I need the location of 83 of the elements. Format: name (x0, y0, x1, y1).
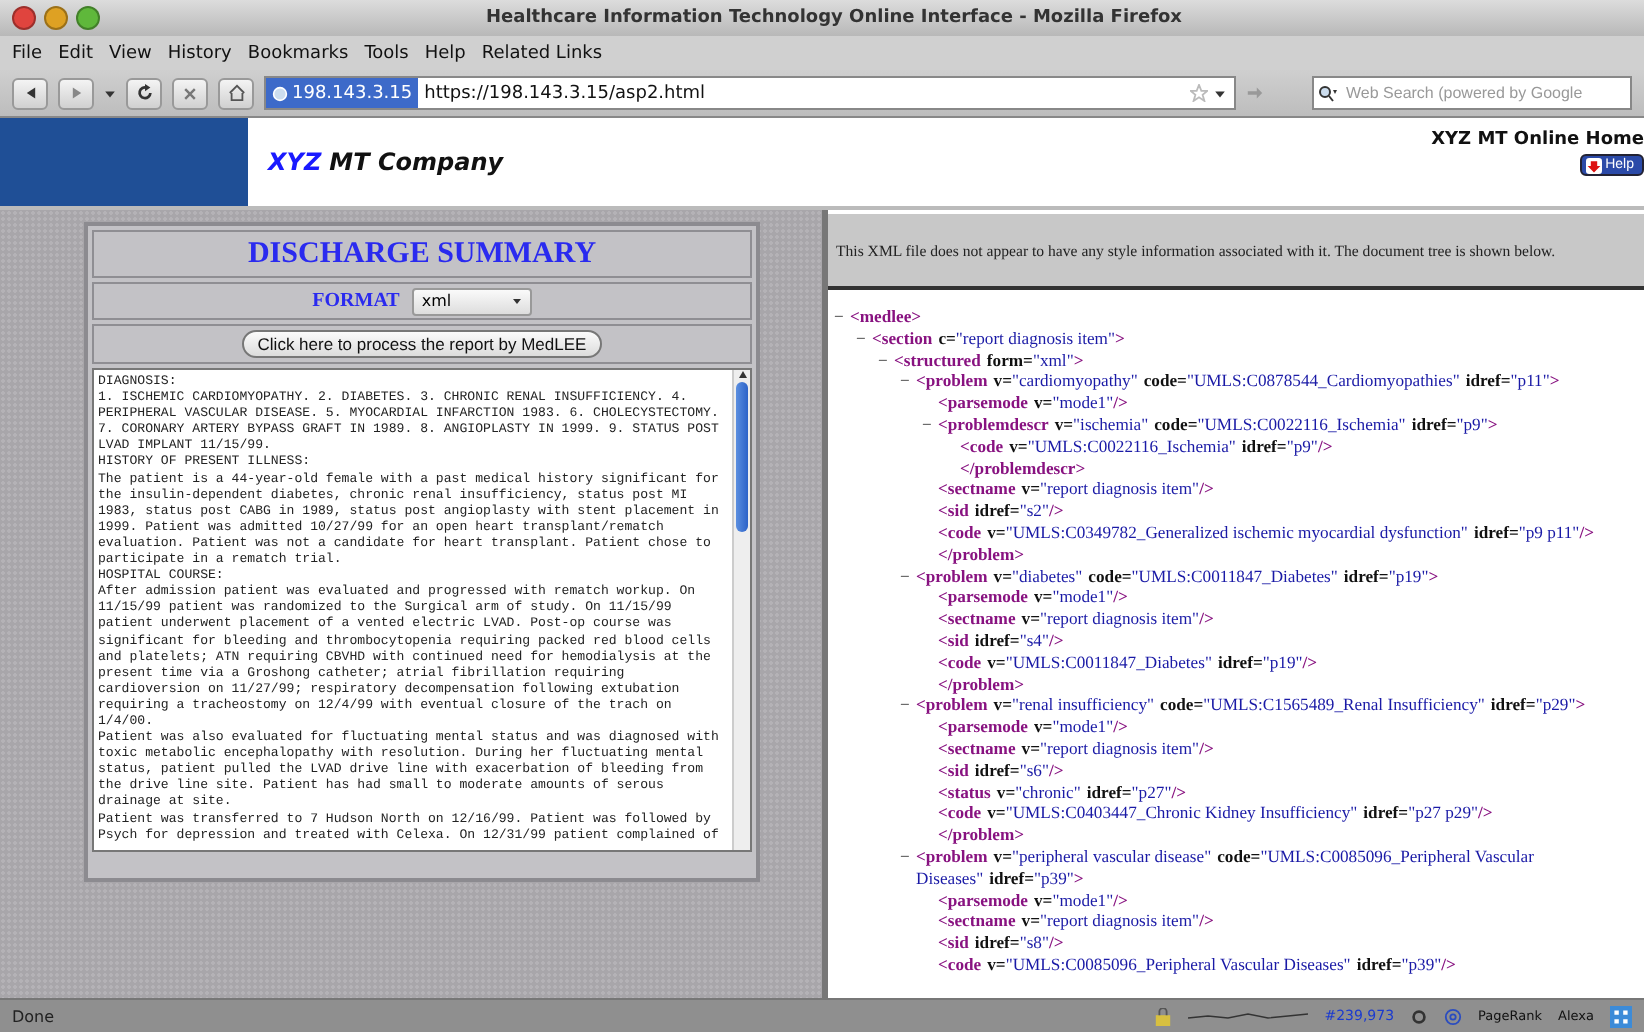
reload-button[interactable] (126, 77, 162, 109)
collapse-toggle[interactable]: − (900, 845, 916, 890)
xml-element-line: <code v="UMLS:C0085096_Peripheral Vascular Diseases" idref="p39"/> (938, 953, 1458, 976)
xml-element-line: <parsemode v="mode1"/> (938, 586, 1130, 609)
go-arrow-icon (1246, 84, 1264, 102)
menu-item[interactable]: Bookmarks (247, 43, 349, 63)
site-identity-button[interactable]: 198.143.3.15 (266, 78, 419, 108)
menu-item[interactable]: View (109, 43, 152, 63)
close-icon (182, 85, 198, 101)
xml-closing-tag: </problem> (938, 673, 1644, 695)
xml-element-line: <parsemode v="mode1"/> (938, 716, 1130, 738)
xml-element-line: <section c="report diagnosis item"> (872, 327, 1127, 350)
collapse-toggle[interactable]: − (922, 413, 938, 436)
search-icon (1314, 83, 1342, 103)
forward-arrow-icon (69, 86, 83, 100)
back-arrow-icon (23, 86, 37, 100)
xml-element-line: <problem v="cardiomyopathy" code="UMLS:C0878544_Cardiomyopathies" idref="p11"> (916, 370, 1562, 393)
collapse-toggle[interactable]: − (878, 349, 894, 371)
address-field[interactable]: 198.143.3.15 https://198.143.3.15/asp2.html (264, 76, 1236, 110)
xml-element-line: <sid idref="s4"/> (938, 629, 1066, 652)
stop-button[interactable] (172, 77, 208, 109)
menu-item[interactable]: Edit (58, 43, 93, 63)
menu-item[interactable]: Help (424, 43, 466, 63)
minimize-button[interactable] (44, 6, 68, 30)
caret-icon (511, 296, 522, 306)
dropdown-icon (1214, 87, 1226, 99)
xml-element-line: <problemdescr v="ischemia" code="UMLS:C0022116_Ischemia" idref="p9"> (938, 413, 1500, 436)
home-link[interactable]: XYZ MT Online Home (1431, 130, 1644, 150)
process-button[interactable]: Click here to process the report by MedLEE (241, 330, 603, 358)
home-button[interactable] (218, 77, 254, 109)
reload-icon (135, 84, 153, 102)
format-select[interactable]: xml (411, 287, 532, 315)
menu-item[interactable]: Related Links (481, 43, 603, 63)
window-title: Healthcare Information Technology Online Interface - Mozilla Firefox (484, 8, 1184, 28)
grid-icon (1610, 1005, 1632, 1027)
close-button[interactable] (12, 6, 36, 30)
scrollbar[interactable] (732, 370, 750, 850)
xml-closing-tag: </problem> (938, 824, 1644, 846)
xml-element-line: <sectname v="report diagnosis item"/> (938, 478, 1216, 501)
zoom-button[interactable] (76, 6, 100, 30)
form-title: DISCHARGE SUMMARY (247, 237, 597, 271)
format-label: FORMAT (312, 290, 400, 312)
xml-closing-tag: </problem> (938, 543, 1644, 566)
logo-text: MT Company (329, 148, 504, 176)
padlock-icon (1154, 1007, 1173, 1025)
xml-element-line: <sectname v="report diagnosis item"/> (938, 910, 1216, 933)
dropdown-icon (104, 87, 116, 99)
house-icon (227, 84, 245, 102)
xml-element-line: <structured form="xml"> (894, 349, 1086, 371)
collapse-toggle[interactable]: − (900, 565, 916, 587)
xml-element-line: <problem v="renal insufficiency" code="UMLS:C1565489_Renal Insufficiency" idref="p29"> (916, 694, 1588, 717)
xml-closing-tag: </problemdescr> (960, 457, 1644, 479)
xml-element-line: <code v="UMLS:C0349782_Generalized ischemic myocardial dysfunction" idref="p9 p11"/> (938, 521, 1596, 544)
back-button[interactable] (12, 77, 48, 109)
xml-element-line: <medlee> (850, 306, 924, 328)
menu-item[interactable]: Tools (364, 43, 409, 63)
xml-element-line: <sid idref="s2"/> (938, 500, 1066, 522)
up-arrow-icon (737, 370, 747, 380)
xml-element-line: <problem v="diabetes" code="UMLS:C0011847_Diabetes" idref="p19"> (916, 565, 1441, 587)
status-text: Done (12, 1007, 57, 1025)
search-field[interactable]: Web Search (powered by Google (1312, 76, 1632, 110)
xml-element-line: <sectname v="report diagnosis item"/> (938, 608, 1216, 630)
xml-element-line: <parsemode v="mode1"/> (938, 392, 1130, 414)
collapse-toggle[interactable]: − (900, 370, 916, 393)
star-icon (1190, 84, 1208, 102)
xml-element-line: <sid idref="s8"/> (938, 932, 1066, 954)
logo-text: XYZ (268, 148, 322, 176)
menu-item[interactable]: History (167, 43, 232, 63)
forward-button[interactable] (58, 77, 94, 109)
xml-element-line: <problem v="peripheral vascular disease" code="UMLS:C0085096_Peripheral Vascular Diseases" idref="p39"> (916, 845, 1536, 890)
xml-element-line: <sid idref="s6"/> (938, 759, 1066, 782)
collapse-toggle[interactable]: − (834, 306, 850, 328)
xml-element-line: <sectname v="report diagnosis item"/> (938, 737, 1216, 760)
down-arrow-icon (1585, 157, 1602, 173)
traffic-graph-icon (1188, 1012, 1309, 1020)
xml-element-line: <code v="UMLS:C0022116_Ischemia" idref="p9"/> (960, 435, 1335, 458)
collapse-toggle[interactable]: − (900, 694, 916, 717)
xml-element-line: <parsemode v="mode1"/> (938, 889, 1130, 911)
xml-element-line: <code v="UMLS:C0011847_Diabetes" idref="p19"/> (938, 651, 1320, 674)
xml-element-line: <code v="UMLS:C0403447_Chronic Kidney Insufficiency" idref="p27 p29"/> (938, 802, 1495, 825)
menu-item[interactable]: File (12, 43, 43, 63)
xml-element-line: <status v="chronic" idref="p27"/> (938, 781, 1189, 803)
collapse-toggle[interactable]: − (856, 327, 872, 350)
